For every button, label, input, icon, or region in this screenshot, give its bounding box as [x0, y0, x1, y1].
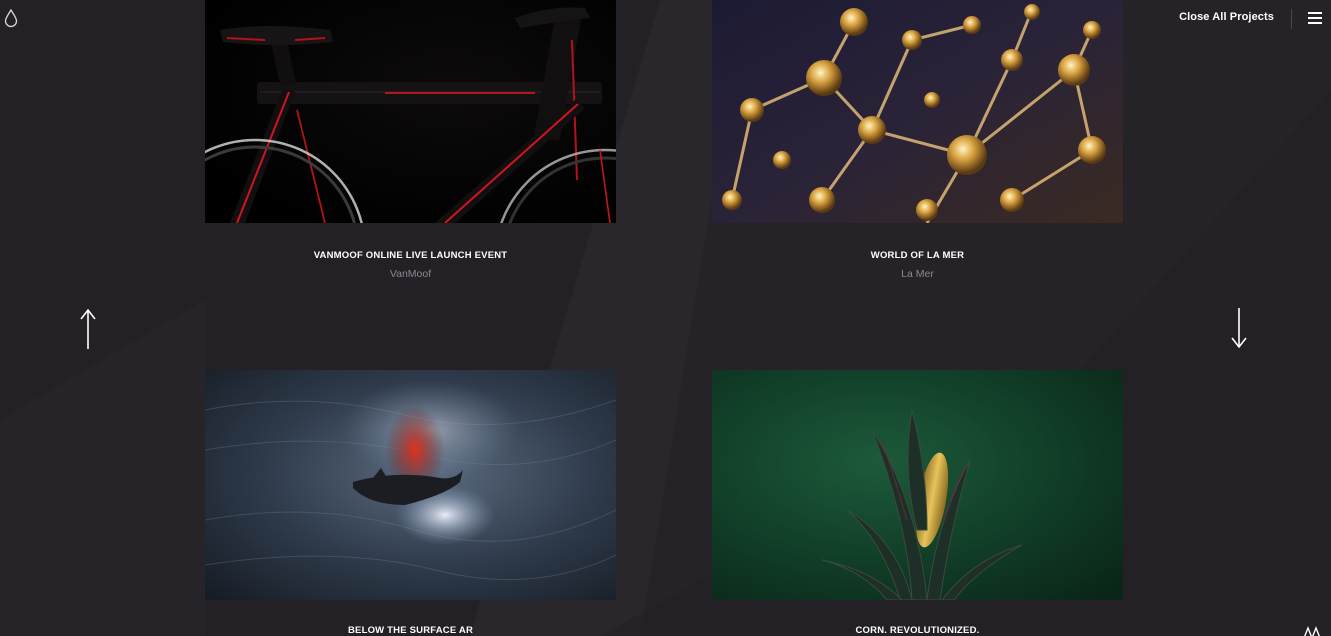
brand-mark-icon — [1304, 626, 1320, 636]
arrow-down-icon[interactable] — [1229, 306, 1249, 350]
project-client: La Mer — [901, 268, 934, 280]
project-title[interactable]: WORLD OF LA MER — [712, 250, 1123, 261]
page: Close All Projects VANMOOF ONLINE LIVE L… — [0, 0, 1331, 636]
project-title[interactable]: BELOW THE SURFACE AR — [205, 625, 616, 636]
project-client: VanMoof — [389, 268, 432, 280]
header-divider — [1291, 9, 1292, 29]
project-thumbnail-bicycle[interactable] — [205, 0, 616, 223]
project-title[interactable]: VANMOOF ONLINE LIVE LAUNCH EVENT — [205, 250, 616, 261]
droplet-icon[interactable] — [3, 8, 19, 28]
project-card[interactable]: WORLD OF LA MER La Mer — [712, 0, 1123, 280]
project-thumbnail-molecules[interactable] — [712, 0, 1123, 223]
close-all-projects-button[interactable]: Close All Projects — [1179, 11, 1274, 23]
project-thumbnail-corn[interactable] — [712, 370, 1123, 600]
project-thumbnail-whale[interactable] — [205, 370, 616, 600]
project-card[interactable]: CORN. REVOLUTIONIZED. — [712, 370, 1123, 636]
project-title[interactable]: CORN. REVOLUTIONIZED. — [712, 625, 1123, 636]
arrow-up-icon[interactable] — [78, 307, 98, 351]
project-card[interactable]: VANMOOF ONLINE LIVE LAUNCH EVENT VanMoof — [205, 0, 616, 280]
background-shards — [0, 0, 1331, 636]
hamburger-icon[interactable] — [1308, 12, 1322, 24]
project-card[interactable]: BELOW THE SURFACE AR — [205, 370, 616, 636]
